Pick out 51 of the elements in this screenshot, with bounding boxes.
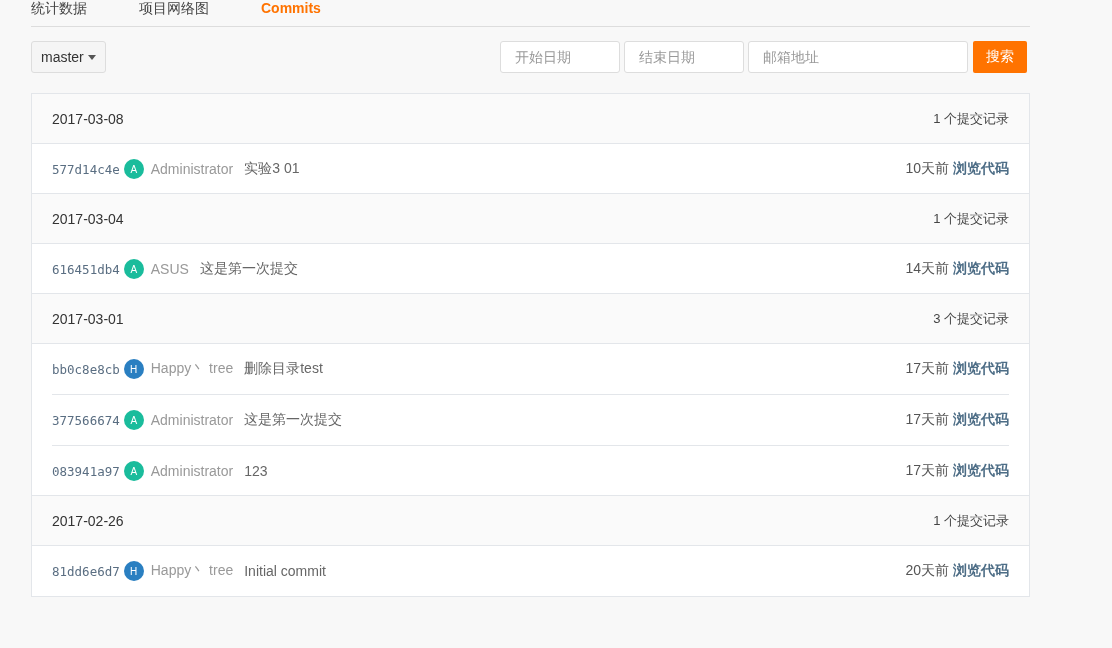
commit-message[interactable]: 删除目录test [244, 360, 323, 378]
avatar: A [123, 410, 144, 430]
browse-code-link[interactable]: 浏览代码 [953, 360, 1009, 378]
commit-count: 1 个提交记录 [933, 511, 1009, 530]
nav-tab[interactable]: 项目网络图 [139, 0, 209, 26]
commit-count: 1 个提交记录 [933, 209, 1009, 228]
browse-code-link[interactable]: 浏览代码 [953, 260, 1009, 278]
commit-date: 2017-03-01 [52, 310, 124, 327]
filter-field[interactable]: 开始日期 [500, 41, 620, 73]
commit-sha[interactable]: bb0c8e8cb [52, 361, 120, 377]
commit-time: 17天前 [905, 462, 949, 480]
commit-time: 14天前 [905, 260, 949, 278]
author-name: Administrator [150, 463, 234, 479]
commit-sha[interactable]: 577d14c4e [52, 161, 120, 177]
avatar: A [123, 259, 144, 279]
author-name: Administrator [150, 412, 234, 428]
commit-count: 3 个提交记录 [933, 309, 1009, 328]
commit-sha[interactable]: 81dd6e6d7 [52, 563, 120, 579]
commit-date: 2017-03-08 [52, 110, 124, 127]
commit-time: 17天前 [905, 411, 949, 429]
avatar: A [123, 461, 144, 481]
commit-date: 2017-02-26 [52, 512, 124, 529]
browse-code-link[interactable]: 浏览代码 [953, 562, 1009, 580]
commit-message[interactable]: 这是第一次提交 [199, 260, 298, 278]
avatar: H [123, 359, 144, 379]
browse-code-link[interactable]: 浏览代码 [953, 160, 1009, 178]
commit-message[interactable]: 实验3 01 [244, 160, 300, 178]
avatar: H [123, 561, 144, 581]
browse-code-link[interactable]: 浏览代码 [953, 411, 1009, 429]
branch-dropdown[interactable]: master [31, 41, 106, 73]
filter-field[interactable]: 邮箱地址 [748, 41, 968, 73]
author-name: Happy丶 tree [150, 562, 234, 580]
commit-time: 20天前 [905, 562, 949, 580]
caret-icon [87, 54, 96, 60]
nav-tab[interactable]: 统计数据 [31, 0, 87, 26]
commit-count: 1 个提交记录 [933, 109, 1009, 128]
commit-sha[interactable]: 083941a97 [52, 463, 120, 479]
filter-field[interactable]: 结束日期 [624, 41, 744, 73]
commit-time: 17天前 [905, 360, 949, 378]
commit-message[interactable]: Initial commit [244, 563, 326, 579]
commit-message[interactable]: 123 [244, 463, 268, 479]
commit-sha[interactable]: 377566674 [52, 412, 120, 428]
commit-time: 10天前 [905, 160, 949, 178]
browse-code-link[interactable]: 浏览代码 [953, 462, 1009, 480]
commit-sha[interactable]: 616451db4 [52, 261, 120, 277]
author-name: Happy丶 tree [150, 360, 234, 378]
author-name: Administrator [150, 161, 234, 177]
commit-message[interactable]: 这是第一次提交 [244, 411, 343, 429]
commit-date: 2017-03-04 [52, 210, 124, 227]
avatar: A [123, 159, 144, 179]
author-name: ASUS [150, 261, 189, 277]
